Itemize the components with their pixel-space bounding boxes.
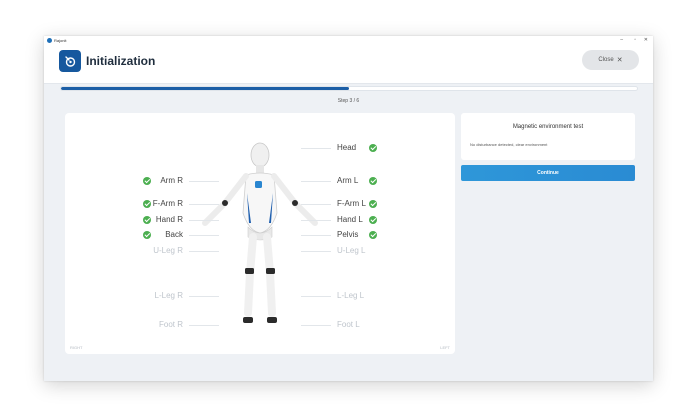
progress-fill [61, 87, 349, 90]
sensor-leader-line [301, 220, 331, 221]
sensor-label-arm-r: Arm R [160, 176, 183, 185]
sensor-label-u-leg-l: U-Leg L [337, 246, 366, 255]
sensor-label-hand-l: Hand L [337, 215, 363, 224]
sensor-logo-icon [65, 56, 76, 67]
check-icon [369, 177, 377, 185]
sensor-leader-line [189, 251, 219, 252]
sensor-leader-line [301, 251, 331, 252]
sensor-leader-line [301, 181, 331, 182]
sensor-leader-line [301, 325, 331, 326]
sensor-leader-line [301, 296, 331, 297]
check-icon [143, 177, 151, 185]
check-icon [143, 216, 151, 224]
test-description: No disturbance detected, clear environme… [470, 142, 548, 147]
sensor-label-back: Back [165, 230, 183, 239]
sensor-leader-line [301, 235, 331, 236]
maximize-button[interactable]: ▫ [634, 36, 636, 45]
sensor-label-u-leg-r: U-Leg R [153, 246, 183, 255]
window-close-button[interactable]: ✕ [644, 36, 648, 45]
app-icon [47, 38, 52, 43]
sensor-label-foot-l: Foot L [337, 320, 360, 329]
app-window: Rajonit – ▫ ✕ Initialization Close ✕ Ste… [44, 36, 653, 381]
sensor-label-f-arm-l: F-Arm L [337, 199, 366, 208]
sensor-leader-line [189, 235, 219, 236]
test-title: Magnetic environment test [512, 124, 584, 130]
test-panel: Magnetic environment test No disturbance… [461, 113, 635, 160]
check-icon [369, 216, 377, 224]
sensor-leader-line [189, 296, 219, 297]
side-label-right: RIGHT [70, 345, 83, 350]
close-icon: ✕ [616, 57, 623, 64]
progress-bar [60, 86, 638, 91]
page-title: Initialization [86, 54, 156, 68]
app-name: Rajonit [54, 38, 67, 43]
sensor-label-arm-l: Arm L [337, 176, 359, 185]
continue-button[interactable]: Continue [461, 165, 635, 181]
check-icon [369, 144, 377, 152]
sensor-leader-line [301, 204, 331, 205]
sensor-label-f-arm-r: F-Arm R [152, 199, 183, 208]
sensor-leader-line [189, 220, 219, 221]
sensor-label-l-leg-l: L-Leg L [337, 291, 365, 300]
step-indicator: Step 3 / 6 [337, 98, 360, 104]
body-sensor-panel: Arm R F-Arm R Hand R Back U-Leg R L-Leg R Foot… [65, 113, 455, 354]
sensor-leader-line [301, 148, 331, 149]
check-icon [369, 231, 377, 239]
sensor-label-hand-r: Hand R [155, 215, 183, 224]
sensor-label-pelvis: Pelvis [337, 230, 359, 239]
minimize-button[interactable]: – [620, 36, 623, 45]
check-icon [369, 200, 377, 208]
close-button[interactable]: Close ✕ [582, 50, 639, 70]
avatar-figure-icon [202, 142, 318, 323]
sensor-leader-line [189, 204, 219, 205]
sensor-label-head: Head [337, 143, 357, 152]
sensor-leader-line [189, 181, 219, 182]
check-icon [143, 231, 151, 239]
side-label-left: LEFT [440, 345, 450, 350]
sensor-label-foot-r: Foot R [158, 320, 183, 329]
sensor-leader-line [189, 325, 219, 326]
app-logo-icon [59, 50, 81, 72]
check-icon [143, 200, 151, 208]
title-bar: Rajonit – ▫ ✕ [44, 36, 653, 45]
close-button-label: Close [598, 57, 614, 63]
header: Initialization Close ✕ [44, 45, 653, 84]
sensor-label-l-leg-r: L-Leg R [154, 291, 183, 300]
